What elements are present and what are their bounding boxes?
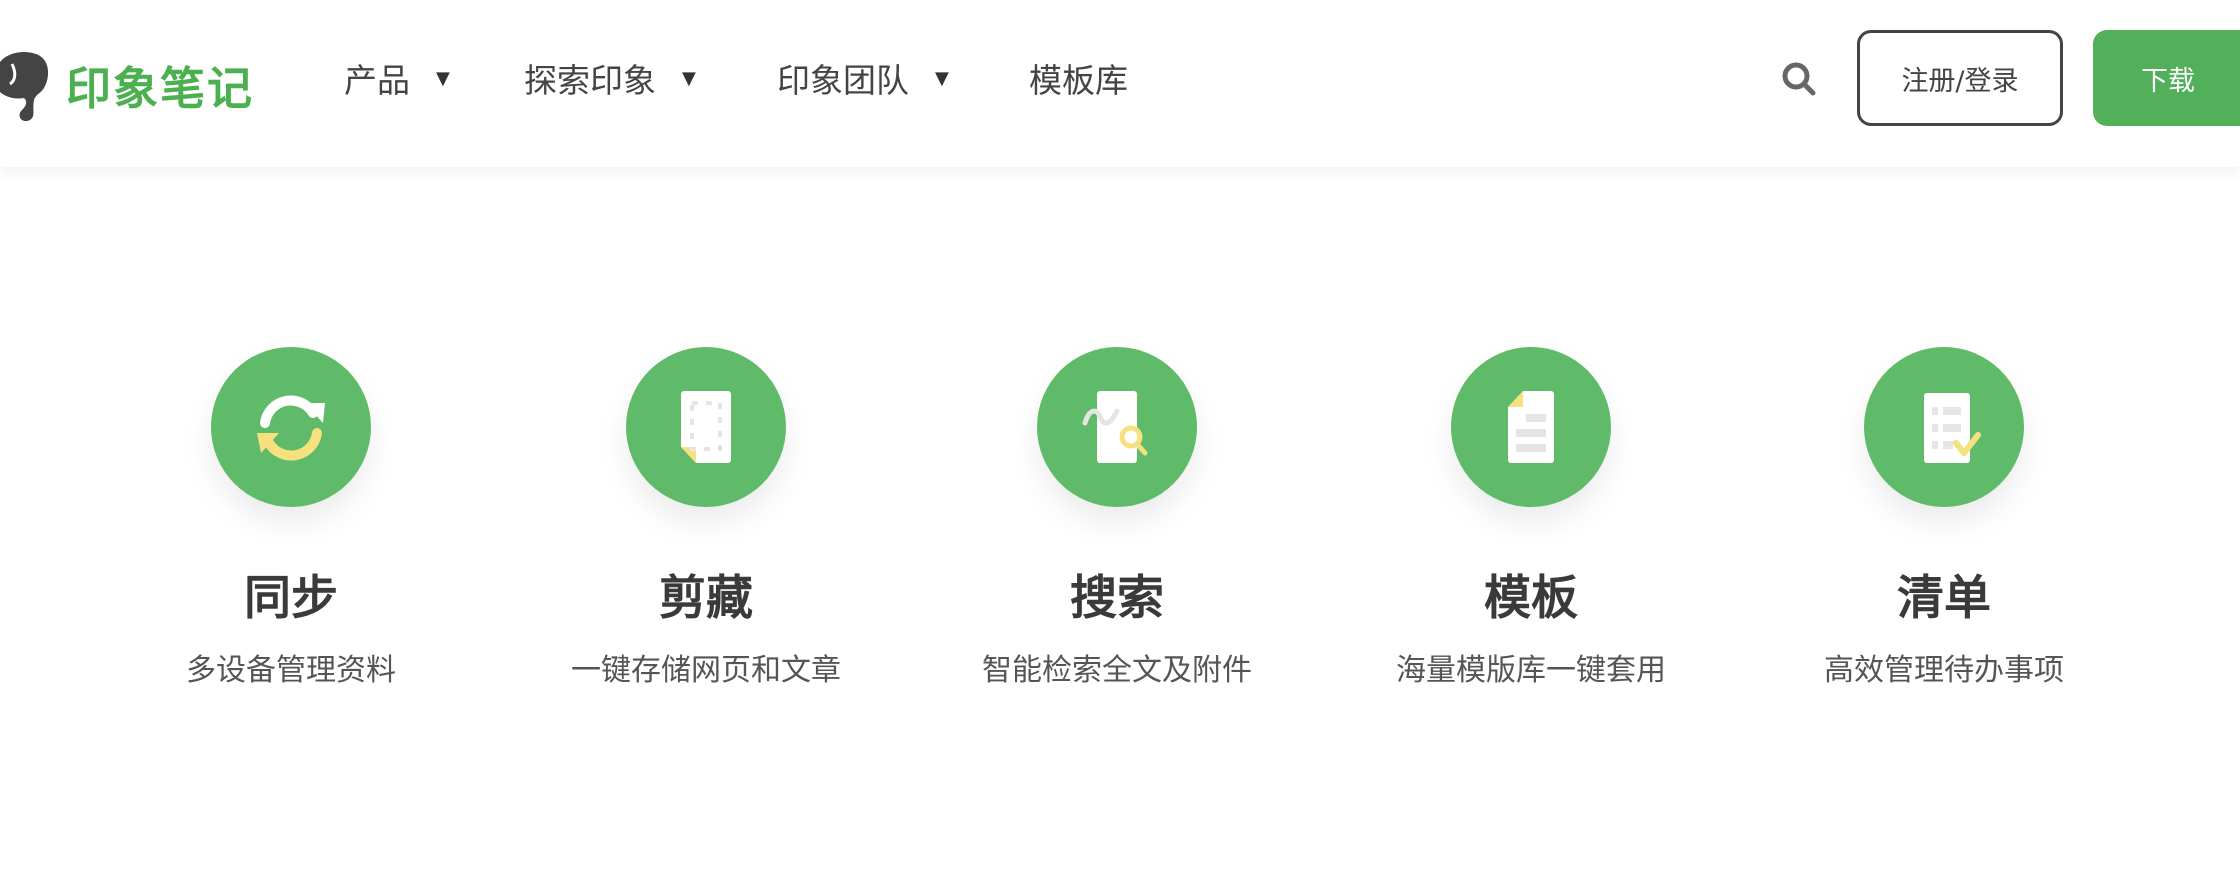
- logo-text: 印象笔记: [66, 61, 255, 115]
- checklist-icon: [1924, 393, 1981, 463]
- caret-down-icon: ▼: [682, 67, 696, 89]
- caret-down-icon: ▼: [436, 67, 450, 89]
- feature-template: 模板 海量模版库一键套用: [1351, 347, 1711, 691]
- feature-search: 搜索 智能检索全文及附件: [937, 347, 1297, 691]
- logo[interactable]: 印象笔记: [0, 42, 254, 126]
- download-button[interactable]: 下载: [2093, 30, 2240, 126]
- search-doc-icon: [1082, 391, 1148, 463]
- nav-label: 产品: [344, 61, 410, 100]
- nav-explore[interactable]: 探索印象 ▼: [524, 54, 696, 102]
- feature-icon-circle: [1451, 347, 1611, 507]
- sync-icon: [257, 395, 325, 461]
- nav-teams[interactable]: 印象团队 ▼: [777, 54, 949, 102]
- feature-description: 海量模版库一键套用: [1396, 653, 1666, 688]
- feature-icon-circle: [1037, 347, 1197, 507]
- nav-templates[interactable]: 模板库: [1029, 54, 1128, 102]
- feature-description: 智能检索全文及附件: [982, 653, 1252, 688]
- feature-icon-circle: [1864, 347, 2024, 507]
- elephant-logo-icon: [0, 52, 49, 122]
- register-login-button[interactable]: 注册/登录: [1857, 30, 2063, 126]
- clip-icon: [681, 391, 731, 463]
- nav-label: 模板库: [1029, 61, 1128, 100]
- header: 印象笔记 产品 ▼ 探索印象 ▼ 印象团队 ▼ 模板库 注册/登录 下载: [0, 0, 2240, 167]
- feature-checklist: 清单 高效管理待办事项: [1764, 347, 2124, 691]
- feature-description: 一键存储网页和文章: [571, 653, 841, 688]
- feature-icon-circle: [626, 347, 786, 507]
- feature-title: 剪藏: [659, 571, 753, 626]
- template-icon: [1508, 391, 1554, 463]
- feature-sync: 同步 多设备管理资料: [111, 347, 471, 691]
- feature-description: 多设备管理资料: [186, 653, 396, 688]
- feature-icon-circle: [211, 347, 371, 507]
- feature-title: 模板: [1484, 571, 1578, 626]
- feature-title: 清单: [1897, 571, 1991, 626]
- feature-description: 高效管理待办事项: [1824, 653, 2064, 688]
- search-icon[interactable]: [1780, 60, 1818, 98]
- caret-down-icon: ▼: [935, 67, 949, 89]
- feature-title: 同步: [244, 571, 338, 626]
- nav-products[interactable]: 产品 ▼: [344, 54, 450, 102]
- feature-clip: 剪藏 一键存储网页和文章: [526, 347, 886, 691]
- nav-label: 探索印象: [524, 61, 656, 100]
- nav-label: 印象团队: [777, 61, 909, 100]
- feature-title: 搜索: [1070, 571, 1164, 626]
